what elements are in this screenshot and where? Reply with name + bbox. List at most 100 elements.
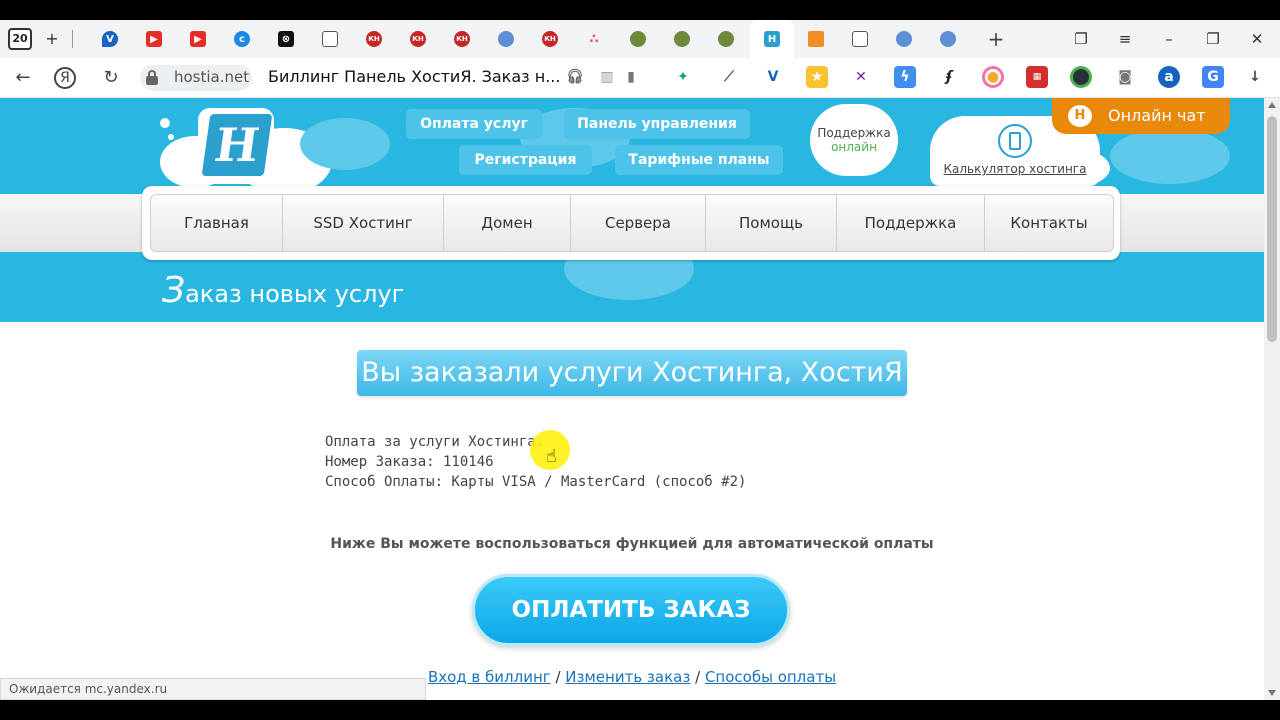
scrollbar-thumb[interactable] [1267,116,1277,342]
emblem-icon [630,31,646,47]
bird-extension-icon[interactable]: ✦ [672,66,694,88]
registration-link[interactable]: Регистрация [459,145,592,175]
support-state: онлайн [831,140,877,154]
pay-services-link[interactable]: Оплата услуг [406,109,542,139]
new-tab-plus-icon[interactable]: + [984,27,1008,51]
lightning-icon[interactable]: ϟ [894,66,916,88]
link-separator: / [555,668,561,686]
menu-item-support[interactable]: Поддержка [837,195,985,251]
tab-kh-2[interactable]: КН [406,27,430,51]
support-label: Поддержка [817,126,891,140]
emblem-icon [718,31,734,47]
headphones-icon[interactable]: 🎧︎ [564,66,586,88]
hand-cursor-icon: ☝ [546,446,557,467]
menu-item-domain[interactable]: Домен [444,195,571,251]
heading-text: аказ новых услуг [185,280,405,308]
tie-icon [808,31,824,47]
chat-h-icon[interactable]: H [1068,105,1092,127]
tab-kh-4[interactable]: КН [538,27,562,51]
tab-kh-1[interactable]: КН [362,27,386,51]
cloud-decoration [168,134,174,140]
tab-pinned-1[interactable]: V [98,27,122,51]
fs-extension-icon[interactable]: ʄ [938,66,960,88]
pay-order-button[interactable]: ОПЛАТИТЬ ЗАКАЗ [472,574,790,646]
status-bar: Ожидается mc.yandex.ru [0,678,426,700]
download-icon[interactable]: ↓ [1244,66,1266,88]
reload-icon[interactable]: ↻ [98,66,124,90]
order-confirmation-banner: Вы заказали услуги Хостинга, ХостиЯ ! [357,350,907,434]
support-online-badge[interactable]: Поддержка онлайн [810,104,898,176]
minimize-icon[interactable]: – [1154,27,1184,51]
kh-icon: КН [542,31,558,47]
lock-icon[interactable] [146,70,158,85]
calculator-icon[interactable] [998,124,1032,158]
tab-emblem-3[interactable] [714,27,738,51]
kh-icon: КН [454,31,470,47]
circle-extension-icon[interactable]: ● [982,66,1004,88]
kh-icon: КН [410,31,426,47]
tab-youtube-1[interactable]: ▶ [142,27,166,51]
billing-login-link[interactable]: Вход в биллинг [428,668,551,686]
auto-pay-note: Ниже Вы можете воспользоваться функцией … [330,536,934,552]
close-icon[interactable]: ✕ [1242,27,1272,51]
change-order-link[interactable]: Изменить заказ [565,668,690,686]
tab-x[interactable]: ⊗ [274,27,298,51]
tab-youtube-2[interactable]: ▶ [186,27,210,51]
star-extension-icon[interactable]: ★ [806,66,828,88]
globe-icon [498,31,514,47]
tab-c[interactable]: c [230,27,254,51]
page-scrollbar[interactable] [1264,98,1280,700]
v-extension-icon[interactable]: V [762,66,784,88]
url-domain[interactable]: hostia.net [174,68,249,86]
screen-bottom-bar [0,700,1280,720]
camera-icon[interactable]: ◙ [1114,66,1136,88]
page-heading: Заказ новых услуг [162,270,404,311]
grid-extension-icon[interactable]: ▦ [1026,66,1048,88]
bookmarks-panel-icon[interactable]: ❐ [1066,27,1096,51]
back-arrow-icon[interactable]: ← [10,66,36,90]
menu-item-help[interactable]: Помощь [706,195,837,251]
tab-globe-3[interactable] [936,27,960,51]
page-title[interactable]: Биллинг Панель ХостиЯ. Заказ н... [268,67,560,86]
eyedropper-icon[interactable]: ⟋ [718,66,740,88]
document-icon [852,31,868,47]
tariff-plans-link[interactable]: Тарифные планы [615,145,783,175]
web-page: H Оплата услуг Панель управления Регистр… [0,98,1264,700]
bookmark-icon[interactable]: ▮ [620,66,642,88]
menu-item-ssd-hosting[interactable]: SSD Хостинг [283,195,444,251]
new-tab-group-icon[interactable]: + [40,29,64,49]
dots-icon: ∴ [589,31,599,47]
control-panel-link[interactable]: Панель управления [564,109,750,139]
tab-asana[interactable]: ∴ [582,27,606,51]
tab-emblem-1[interactable] [626,27,650,51]
menu-item-servers[interactable]: Сервера [571,195,706,251]
translate-icon[interactable]: G [1202,66,1224,88]
tab-doc[interactable] [318,27,342,51]
main-menu: Главная SSD Хостинг Домен Сервера Помощь… [150,194,1114,252]
tab-globe-1[interactable] [494,27,518,51]
x-extension-icon[interactable]: ✕ [850,66,872,88]
yandex-icon[interactable]: Я [54,67,76,89]
cloud-decoration [160,118,170,128]
logo-h-icon[interactable]: H [201,114,273,176]
reader-icon[interactable]: ▥ [596,66,618,88]
heading-initial: З [162,270,186,311]
a-extension-icon[interactable]: a [1158,66,1180,88]
hosting-calculator-link[interactable]: Калькулятор хостинга [930,162,1100,176]
youtube-icon: ▶ [190,31,206,47]
restore-icon[interactable]: ❐ [1198,27,1228,51]
tab-kh-3[interactable]: КН [450,27,474,51]
tab-emblem-2[interactable] [670,27,694,51]
tab-count-button[interactable]: 20 [8,28,32,50]
tab-tie[interactable] [804,27,828,51]
ring-extension-icon[interactable] [1070,66,1092,88]
tab-doc-2[interactable] [848,27,872,51]
v-icon: V [102,31,118,47]
menu-icon[interactable]: ≡ [1110,27,1140,51]
payment-methods-link[interactable]: Способы оплаты [705,668,836,686]
tab-globe-2[interactable] [892,27,916,51]
cloud-decoration [300,118,390,170]
menu-item-contacts[interactable]: Контакты [985,195,1113,251]
menu-item-home[interactable]: Главная [151,195,283,251]
tab-active-hostia[interactable]: H [750,20,794,58]
